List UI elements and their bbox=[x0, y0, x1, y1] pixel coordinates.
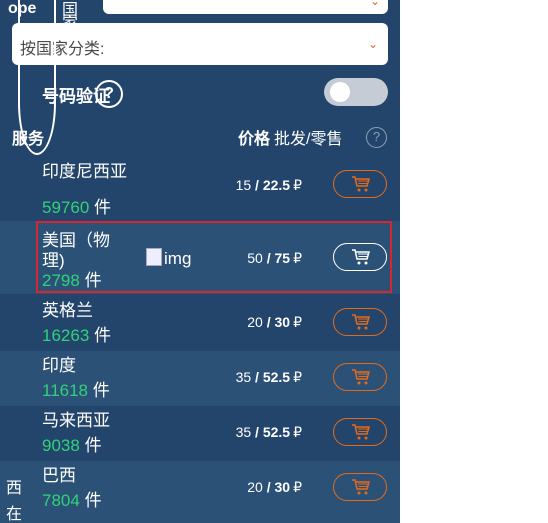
add-to-cart-button[interactable] bbox=[333, 308, 387, 336]
broken-image: img bbox=[146, 248, 191, 269]
cart-icon bbox=[352, 369, 370, 385]
stock-count: 7804 件 bbox=[42, 491, 102, 510]
price: 20 / 30 ₽ bbox=[247, 314, 302, 330]
cart-icon bbox=[352, 314, 370, 330]
country-name: 马来西亚 bbox=[42, 411, 110, 430]
verify-toggle[interactable] bbox=[324, 78, 388, 106]
page-background bbox=[400, 0, 548, 523]
country-row[interactable]: 马来西亚 9038 件 35 / 52.5 ₽ bbox=[0, 406, 400, 461]
add-to-cart-button[interactable] bbox=[333, 243, 387, 271]
country-name: 美国（物理) bbox=[42, 231, 110, 270]
country-name: 巴西 bbox=[42, 466, 76, 485]
add-to-cart-button[interactable] bbox=[333, 363, 387, 391]
overflow-text: ope bbox=[8, 0, 37, 17]
cart-icon bbox=[352, 424, 370, 440]
price: 20 / 30 ₽ bbox=[247, 479, 302, 495]
overflow-left-column: ope 国 家 服务 西 在 bbox=[0, 0, 78, 523]
price-header-bold: 价格 bbox=[238, 131, 271, 148]
help-icon[interactable]: ? bbox=[95, 80, 123, 108]
country-row[interactable]: 巴西 7804 件 20 / 30 ₽ bbox=[0, 461, 400, 516]
overflow-text: 家 bbox=[62, 16, 79, 33]
overflow-text: 服务 bbox=[12, 131, 45, 148]
cart-icon bbox=[352, 479, 370, 495]
price-header: 价格 批发/零售 bbox=[238, 125, 342, 149]
cart-icon bbox=[352, 176, 370, 192]
chevron-down-icon: ⌄ bbox=[369, 0, 380, 8]
chevron-down-icon: ⌄ bbox=[367, 37, 378, 51]
country-name: 印度 bbox=[42, 356, 76, 375]
country-row[interactable]: 印度 11618 件 35 / 52.5 ₽ bbox=[0, 351, 400, 406]
stock-count: 11618 件 bbox=[42, 381, 110, 400]
top-select[interactable]: ⌄ bbox=[103, 0, 388, 14]
add-to-cart-button[interactable] bbox=[333, 170, 387, 198]
overflow-text: 西 bbox=[6, 480, 23, 497]
price: 35 / 52.5 ₽ bbox=[235, 369, 302, 385]
country-row[interactable]: 印度尼西亚 59760 件 15 / 22.5 ₽ bbox=[0, 157, 400, 217]
country-name: 英格兰 bbox=[42, 301, 93, 320]
stock-count: 16263 件 bbox=[42, 326, 112, 345]
overflow-text: 在 bbox=[6, 506, 23, 523]
country-name: 印度尼西亚 bbox=[42, 162, 127, 181]
cart-icon bbox=[352, 249, 370, 265]
sidebar-panel: ⌄ 按国家分类: ⌄ 号码验证 ? 价格 批发/零售 ? 印度尼西亚 59760 … bbox=[0, 0, 400, 523]
price: 50 / 75 ₽ bbox=[247, 250, 302, 266]
price-header-rest: 批发/零售 bbox=[274, 131, 343, 148]
country-row[interactable]: 英格兰 16263 件 20 / 30 ₽ bbox=[0, 296, 400, 351]
price: 35 / 52.5 ₽ bbox=[235, 424, 302, 440]
add-to-cart-button[interactable] bbox=[333, 418, 387, 446]
bottom-strip bbox=[0, 516, 400, 523]
stock-count: 2798 件 bbox=[42, 271, 102, 290]
price-help-icon[interactable]: ? bbox=[366, 127, 387, 148]
toggle-knob bbox=[330, 82, 350, 102]
price: 15 / 22.5 ₽ bbox=[235, 177, 302, 193]
add-to-cart-button[interactable] bbox=[333, 473, 387, 501]
stock-count: 9038 件 bbox=[42, 436, 102, 455]
stock-count: 59760 件 bbox=[42, 198, 112, 217]
country-row-selected[interactable]: 美国（物理) 2798 件 img 50 / 75 ₽ bbox=[0, 221, 400, 294]
